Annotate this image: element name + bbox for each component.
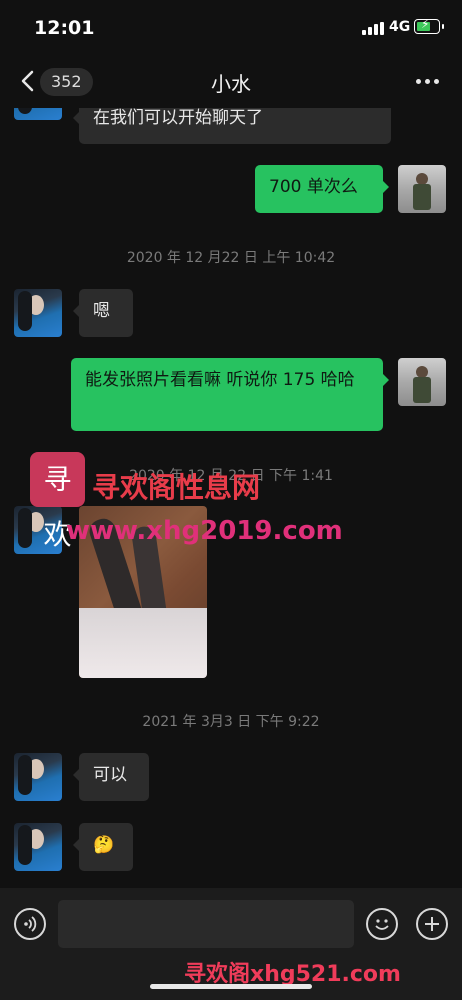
incoming-message[interactable]: 可以 [73,753,149,801]
more-options-icon[interactable] [410,68,444,94]
contact-avatar[interactable] [14,753,62,801]
message-composer: 寻欢阁xhg521.com [0,888,462,1000]
chat-title: 小水 [211,72,251,96]
voice-input-icon[interactable] [14,908,46,940]
message-input[interactable] [58,900,354,948]
chat-header: 352 小水 [0,56,462,108]
signal-icon [362,22,384,35]
my-avatar[interactable] [398,165,446,213]
battery-icon: ⚡ [414,17,444,34]
timestamp: 2021 年 3月3 日 下午 9:22 [142,714,320,730]
contact-avatar[interactable] [14,823,62,871]
timestamp: 2020 年 12 月22 日 上午 10:42 [126,250,336,266]
watermark: 寻欢 寻欢阁性息网 www.xhg2019.com [30,452,343,552]
watermark-url: www.xhg2019.com [66,516,343,546]
incoming-message[interactable]: 嗯 [73,289,133,337]
outgoing-message[interactable]: 700 单次么 [255,165,389,213]
outgoing-message[interactable]: 能发张照片看看嘛 听说你 175 哈哈 [71,358,389,431]
home-indicator[interactable] [150,984,312,989]
add-attachment-icon[interactable] [416,908,448,940]
emoji-icon[interactable] [366,908,398,940]
network-type: 4G [389,19,411,35]
my-avatar[interactable] [398,358,446,406]
message-list[interactable]: 在我们可以开始聊天了 700 单次么 2020 年 12 月22 日 上午 10… [0,108,462,888]
incoming-message[interactable]: 在我们可以开始聊天了 [73,108,391,144]
contact-avatar[interactable] [14,108,62,120]
contact-avatar[interactable] [14,289,62,337]
status-bar: 12:01 4G ⚡ [0,0,462,56]
incoming-message[interactable]: 🤔 [73,823,133,871]
watermark-logo: 寻欢 [30,452,85,551]
clock: 12:01 [34,17,95,39]
watermark-text: 寻欢阁性息网 [92,471,261,504]
